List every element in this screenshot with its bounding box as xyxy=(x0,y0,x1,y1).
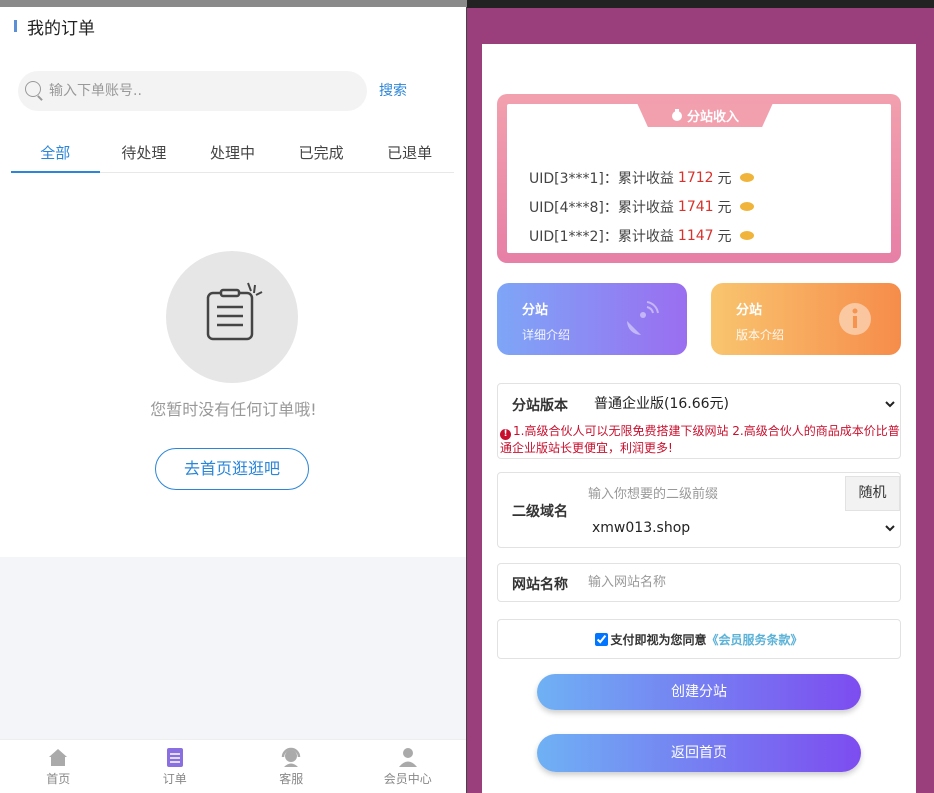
version-field: 分站版本 普通企业版(16.66元) ! 1.高级合伙人可以无限免费搭建下级网站 … xyxy=(497,383,901,459)
empty-message: 您暂时没有任何订单哦! xyxy=(150,400,317,419)
substation-detail-button[interactable]: 分站 详细介绍 xyxy=(497,283,687,355)
service-icon xyxy=(282,747,301,767)
nav-orders[interactable]: 订单 xyxy=(117,740,234,793)
income-row: UID[3***1]： 累计收益 1712 元 xyxy=(529,163,754,192)
tab-all[interactable]: 全部 xyxy=(11,132,100,173)
site-name-input[interactable] xyxy=(582,566,898,599)
income-title-text: 分站收入 xyxy=(686,109,739,125)
income-uid: UID[1***2]： xyxy=(529,228,618,245)
random-button[interactable]: 随机 xyxy=(845,476,900,511)
income-unit: 元 xyxy=(717,170,732,187)
income-uid: UID[3***1]： xyxy=(529,170,618,187)
income-amount: 1712 xyxy=(677,169,714,186)
search-icon xyxy=(24,81,44,101)
domain-suffix-select[interactable]: xmw013.shop xyxy=(588,517,898,539)
terms-link[interactable]: 《会员服务条款》 xyxy=(707,631,803,648)
home-icon xyxy=(49,749,68,766)
substation-panel: 分站收入 UID[3***1]： 累计收益 1712 元 UID[4***8]： xyxy=(467,0,934,793)
search-button[interactable]: 搜索 xyxy=(379,80,407,100)
tab-processing[interactable]: 处理中 xyxy=(188,132,277,172)
site-name-field: 网站名称 xyxy=(497,563,901,602)
agree-text: 支付即视为您同意 xyxy=(610,632,707,647)
top-bar xyxy=(0,0,467,7)
income-label: 累计收益 xyxy=(617,170,674,187)
income-label: 累计收益 xyxy=(617,199,674,216)
version-warning-text: 1.高级合伙人可以无限免费搭建下级网站 2.高级合伙人的商品成本价比普通企业版站… xyxy=(500,424,900,455)
detail-title: 分站 xyxy=(522,303,549,318)
income-uid: UID[4***8]： xyxy=(529,199,618,216)
warning-icon: ! xyxy=(500,429,511,440)
income-list: UID[3***1]： 累计收益 1712 元 UID[4***8]： 累计收益… xyxy=(529,163,754,250)
domain-prefix-input[interactable] xyxy=(582,476,842,512)
substation-card: 分站收入 UID[3***1]： 累计收益 1712 元 UID[4***8]： xyxy=(482,44,916,793)
nav-member-label: 会员中心 xyxy=(383,772,432,786)
income-row: UID[4***8]： 累计收益 1741 元 xyxy=(529,192,754,221)
search-input[interactable] xyxy=(49,83,349,99)
domain-label: 二级域名 xyxy=(512,504,568,520)
domain-field: 二级域名 随机 xmw013.shop xyxy=(497,472,901,548)
income-inner: 分站收入 UID[3***1]： 累计收益 1712 元 UID[4***8]： xyxy=(507,104,891,253)
agree-checkbox[interactable] xyxy=(595,632,609,646)
income-amount: 1741 xyxy=(677,198,714,215)
money-bag-icon xyxy=(671,109,682,121)
substation-version-button[interactable]: 分站 版本介绍 xyxy=(711,283,901,355)
nav-home[interactable]: 首页 xyxy=(0,740,117,793)
tab-refunded[interactable]: 已退单 xyxy=(365,132,454,172)
empty-illustration xyxy=(166,251,298,383)
income-amount: 1147 xyxy=(677,227,714,244)
coin-icon xyxy=(739,173,754,182)
tab-pending[interactable]: 待处理 xyxy=(100,132,189,172)
satellite-icon xyxy=(627,301,659,335)
income-label: 累计收益 xyxy=(617,228,674,245)
version-label: 分站版本 xyxy=(512,398,568,414)
tab-completed[interactable]: 已完成 xyxy=(277,132,366,172)
page-title: 我的订单 xyxy=(27,18,95,39)
agreement-row: 支付即视为您同意 《会员服务条款》 xyxy=(497,619,901,659)
order-icon xyxy=(166,748,183,767)
nav-member[interactable]: 会员中心 xyxy=(350,740,467,793)
bottom-nav: 首页 订单 客服 会员中心 xyxy=(0,739,466,793)
info-icon xyxy=(839,303,871,335)
order-tabs: 全部 待处理 处理中 已完成 已退单 xyxy=(11,132,454,173)
go-home-button[interactable]: 去首页逛逛吧 xyxy=(155,448,309,490)
income-title: 分站收入 xyxy=(637,104,773,127)
income-row: UID[1***2]： 累计收益 1147 元 xyxy=(529,221,754,250)
version-intro-subtitle: 版本介绍 xyxy=(736,328,785,342)
detail-subtitle: 详细介绍 xyxy=(522,328,571,342)
site-name-label: 网站名称 xyxy=(512,577,568,593)
create-substation-button[interactable]: 创建分站 xyxy=(537,674,861,710)
page-header: 我的订单 xyxy=(14,14,95,39)
nav-home-label: 首页 xyxy=(46,772,71,786)
nav-service[interactable]: 客服 xyxy=(233,740,350,793)
top-bar-dark xyxy=(467,0,934,8)
title-marker xyxy=(14,20,17,32)
content-background xyxy=(0,557,466,739)
version-intro-title: 分站 xyxy=(736,303,763,318)
coin-icon xyxy=(739,202,754,211)
income-unit: 元 xyxy=(717,199,732,216)
income-unit: 元 xyxy=(717,228,732,245)
user-icon xyxy=(398,748,417,767)
version-warning: ! 1.高级合伙人可以无限免费搭建下级网站 2.高级合伙人的商品成本价比普通企业版… xyxy=(500,423,900,456)
version-select[interactable]: 普通企业版(16.66元) xyxy=(590,393,898,415)
clipboard-icon xyxy=(206,282,263,341)
orders-panel: 我的订单 搜索 全部 待处理 处理中 已完成 已退单 xyxy=(0,0,467,793)
nav-orders-label: 订单 xyxy=(162,772,187,786)
search-bar xyxy=(18,71,367,111)
nav-service-label: 客服 xyxy=(279,772,304,786)
income-box: 分站收入 UID[3***1]： 累计收益 1712 元 UID[4***8]： xyxy=(497,94,901,263)
coin-icon xyxy=(739,231,754,240)
back-home-button[interactable]: 返回首页 xyxy=(537,734,861,772)
